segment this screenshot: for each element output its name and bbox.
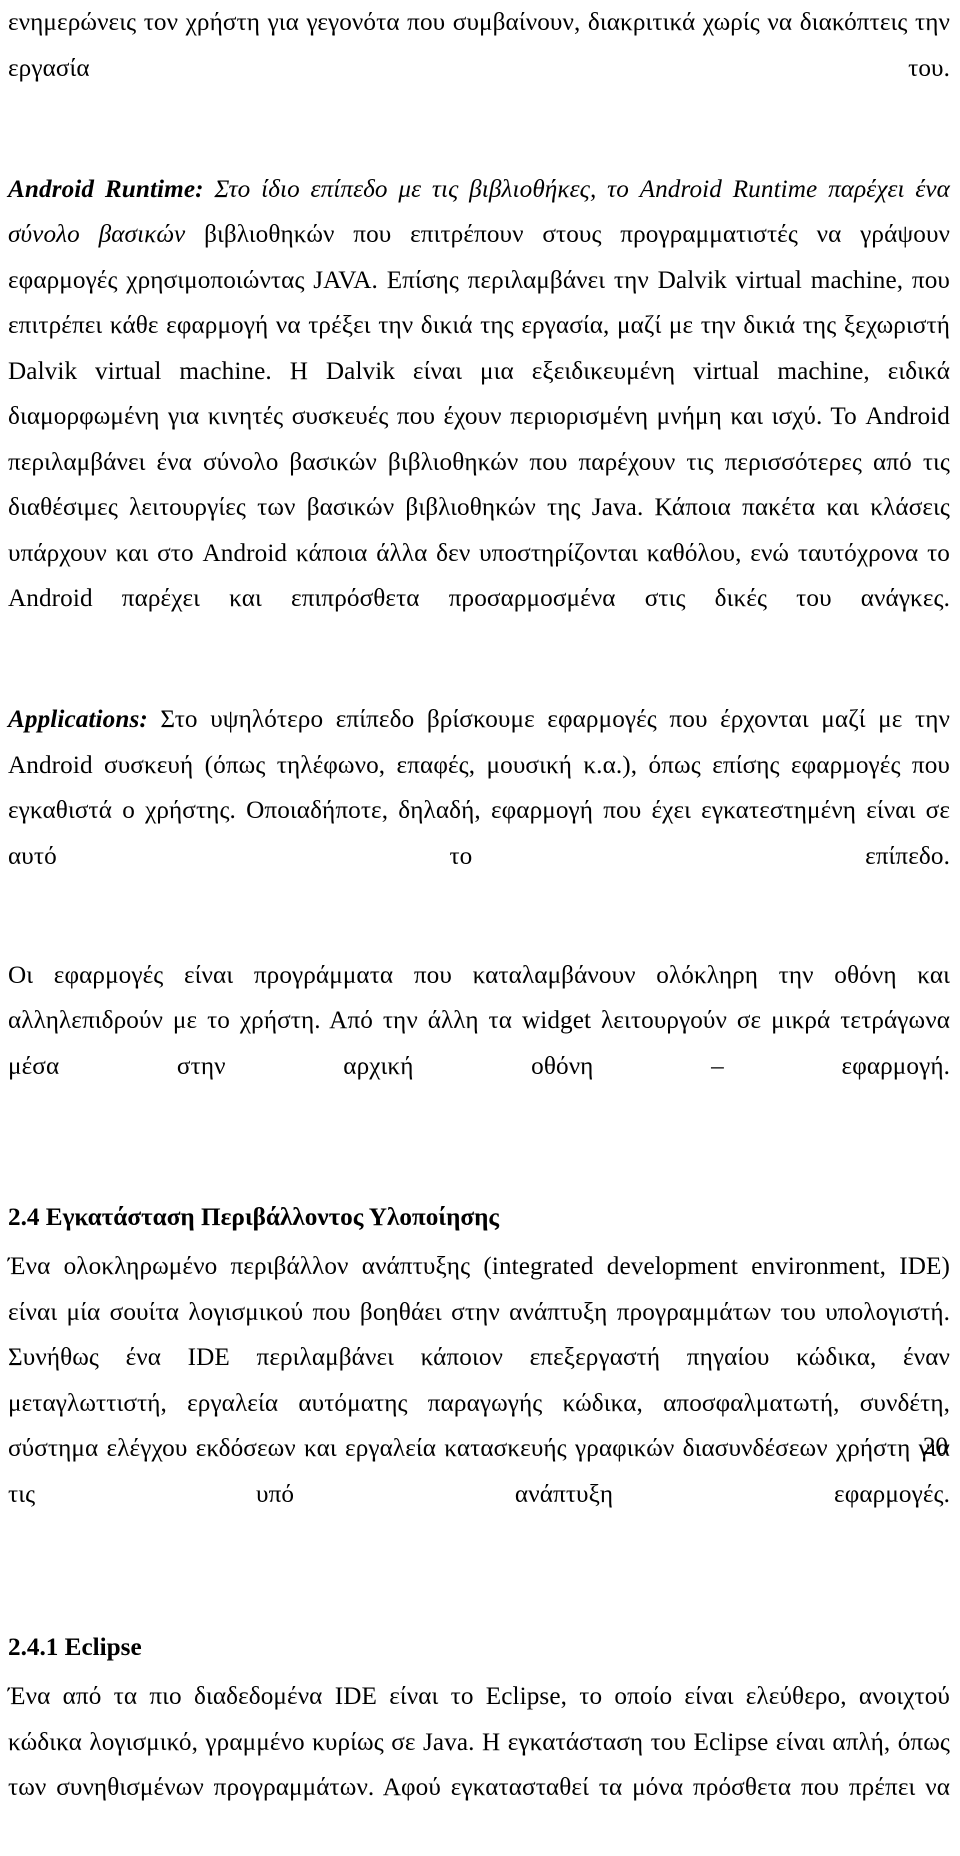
paragraph-eclipse-description: Ένα από τα πιο διαδεδομένα IDE είναι το … <box>8 1683 950 1801</box>
paragraph-applications: Applications: Στο υψηλότερο επίπεδο βρίσ… <box>8 697 950 925</box>
document-page: ενημερώνεις τον χρήστη για γεγονότα που … <box>0 0 960 1801</box>
paragraph-android-runtime: Android Runtime: Στο ίδιο επίπεδο με τις… <box>8 167 950 668</box>
applications-label: Applications: <box>8 706 148 733</box>
android-runtime-body: βιβλιοθηκών που επιτρέπουν στους προγραμ… <box>8 221 950 612</box>
page-number: 20 <box>922 1433 948 1460</box>
paragraph-apps-description: Οι εφαρμογές είναι προγράμματα που καταλ… <box>8 961 950 1080</box>
android-runtime-label: Android Runtime: <box>8 175 204 203</box>
heading-section-2-4: 2.4 Εγκατάσταση Περιβάλλοντος Υλοποίησης <box>8 1203 500 1231</box>
paragraph-intro: ενημερώνεις τον χρήστη για γεγονότα που … <box>8 9 950 82</box>
applications-body: Στο υψηλότερο επίπεδο βρίσκουμε εφαρμογέ… <box>8 706 950 870</box>
paragraph-ide-description: Ένα ολοκληρωμένο περιβάλλον ανάπτυξης (i… <box>8 1253 950 1508</box>
heading-section-2-4-1: 2.4.1 Eclipse <box>8 1633 142 1661</box>
